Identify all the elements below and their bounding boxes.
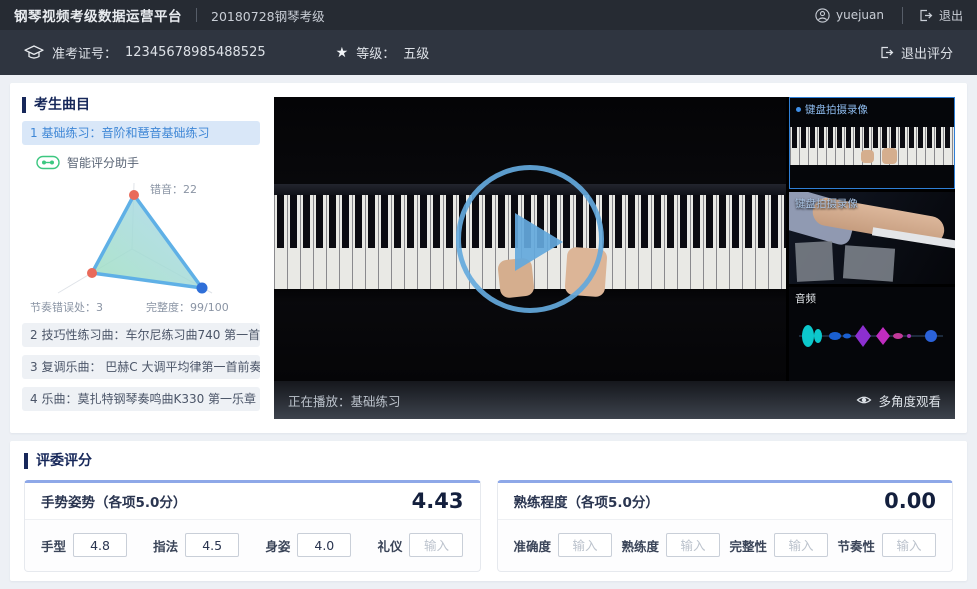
completeness-input[interactable] (774, 533, 828, 557)
posture-input[interactable] (297, 533, 351, 557)
eye-icon (856, 394, 872, 406)
song-item-1[interactable]: 1 基础练习：音阶和琶音基础练习 (22, 121, 260, 145)
radar-chart: 错音：22 节奏错误处：3 完整度：99/100 (26, 173, 260, 315)
video-player: 键盘拍摄录像 (274, 97, 955, 419)
username: yuejuan (836, 8, 884, 22)
field-posture: 身姿 (265, 533, 351, 557)
field-proficiency: 熟练度 (621, 533, 720, 557)
assistant-link-icon (36, 155, 60, 170)
field-fingering: 指法 (153, 533, 239, 557)
thumbnail-keyboard-side[interactable]: 键盘拍摄录像 (789, 192, 955, 284)
play-button[interactable] (456, 165, 604, 313)
field-completeness: 完整性 (729, 533, 828, 557)
radar-point-wrong-notes (129, 190, 139, 200)
logout-label: 退出 (939, 7, 963, 24)
logout-button[interactable]: 退出 (902, 7, 963, 24)
proficiency-card: 熟练程度（各项5.0分） 0.00 准确度 熟练度 完整性 (497, 480, 954, 572)
exit-scoring-label: 退出评分 (901, 43, 953, 62)
scoring-panel: 评委评分 手势姿势（各项5.0分） 4.43 手型 指法 (10, 441, 967, 581)
video-control-bar: 正在播放：基础练习 多角度观看 (274, 381, 955, 419)
mini-black-keys (790, 127, 954, 148)
song-item-2[interactable]: 2 技巧性练习曲：车尔尼练习曲740 第一首 (22, 323, 260, 347)
completeness-label: 完整性 (729, 536, 767, 555)
graduation-cap-icon (24, 45, 44, 61)
field-accuracy: 准确度 (514, 533, 613, 557)
accuracy-input[interactable] (558, 533, 612, 557)
field-etiquette: 礼仪 (377, 533, 463, 557)
user-icon (815, 8, 830, 23)
exam-info-bar: 准考证号： 12345678985488525 ★ 等级： 五级 退出评分 (0, 30, 977, 75)
hand-shape-input[interactable] (73, 533, 127, 557)
song-item-4[interactable]: 4 乐曲：莫扎特钢琴奏鸣曲K330 第一乐章 (22, 387, 260, 411)
thumbnail-2-label: 键盘拍摄录像 (795, 196, 858, 211)
etiquette-label: 礼仪 (377, 536, 402, 555)
gesture-card-total: 4.43 (412, 489, 464, 513)
exit-icon (880, 46, 894, 59)
gesture-card-title: 手势姿势（各项5.0分） (41, 491, 186, 511)
proficiency-card-title: 熟练程度（各项5.0分） (514, 491, 659, 511)
song-item-3[interactable]: 3 复调乐曲： 巴赫C 大调平均律第一首前奏曲 (22, 355, 260, 379)
field-hand-shape: 手型 (41, 533, 127, 557)
angle-thumbnails: 键盘拍摄录像 (789, 97, 955, 381)
radar-label-rhythm-errors: 节奏错误处：3 (30, 300, 103, 314)
logout-icon (919, 9, 933, 22)
main-video-stage[interactable] (274, 97, 786, 381)
title-divider (196, 8, 197, 22)
fingering-input[interactable] (185, 533, 239, 557)
proficiency-card-total: 0.00 (884, 489, 936, 513)
exam-id-block: 准考证号： 12345678985488525 (24, 43, 266, 62)
side-view-block (795, 241, 833, 281)
fingering-label: 指法 (153, 536, 178, 555)
multi-angle-button[interactable]: 多角度观看 (856, 391, 941, 410)
etiquette-input[interactable] (409, 533, 463, 557)
exam-id-value: 12345678985488525 (125, 45, 266, 60)
accuracy-label: 准确度 (514, 536, 552, 555)
exam-id-label: 准考证号： (52, 43, 117, 62)
active-dot-icon (796, 107, 801, 112)
radar-polygon (92, 195, 202, 288)
hand-shape-label: 手型 (41, 536, 66, 555)
field-rhythm: 节奏性 (837, 533, 936, 557)
audio-label: 音频 (795, 291, 816, 306)
user-menu[interactable]: yuejuan (815, 8, 884, 23)
app-title: 钢琴视频考级数据运营平台 (14, 5, 182, 25)
playlist-section-title: 考生曲目 (22, 97, 260, 113)
mini-hand-left (861, 150, 874, 163)
top-bar: 钢琴视频考级数据运营平台 20180728钢琴考级 yuejuan 退出 (0, 0, 977, 30)
play-icon (515, 213, 563, 271)
thumbnail-audio[interactable]: 音频 (789, 287, 955, 381)
exit-scoring-button[interactable]: 退出评分 (880, 43, 953, 62)
assistant-label: 智能评分助手 (67, 154, 139, 171)
playlist-sidebar: 考生曲目 1 基础练习：音阶和琶音基础练习 智能评分助手 (22, 97, 260, 419)
rhythm-input[interactable] (882, 533, 936, 557)
smart-score-assistant: 智能评分助手 (36, 154, 260, 171)
level-block: ★ 等级： 五级 (336, 43, 430, 62)
exam-panel: 考生曲目 1 基础练习：音阶和琶音基础练习 智能评分助手 (10, 83, 967, 433)
level-value: 五级 (403, 43, 429, 62)
radar-label-wrong-notes: 错音：22 (150, 182, 197, 196)
rhythm-label: 节奏性 (837, 536, 875, 555)
thumbnail-1-label: 键盘拍摄录像 (805, 102, 868, 117)
proficiency-label: 熟练度 (621, 536, 659, 555)
session-title: 20180728钢琴考级 (211, 6, 325, 25)
scoring-section-title: 评委评分 (24, 453, 953, 469)
radar-label-completeness: 完整度：99/100 (146, 300, 229, 314)
mini-hand-right (882, 148, 897, 164)
thumbnail-1-label-row: 键盘拍摄录像 (796, 102, 868, 117)
multi-angle-label: 多角度观看 (878, 391, 941, 410)
now-playing-text: 正在播放：基础练习 (288, 391, 401, 410)
thumbnail-keyboard-front[interactable]: 键盘拍摄录像 (789, 97, 955, 189)
posture-label: 身姿 (265, 536, 290, 555)
audio-waveform (795, 314, 947, 358)
gesture-posture-card: 手势姿势（各项5.0分） 4.43 手型 指法 身姿 (24, 480, 481, 572)
star-icon: ★ (336, 45, 349, 61)
radar-point-rhythm-errors (87, 268, 97, 278)
proficiency-input[interactable] (666, 533, 720, 557)
side-view-block (843, 246, 895, 283)
level-label: 等级： (356, 43, 395, 62)
radar-point-completeness (197, 283, 208, 294)
